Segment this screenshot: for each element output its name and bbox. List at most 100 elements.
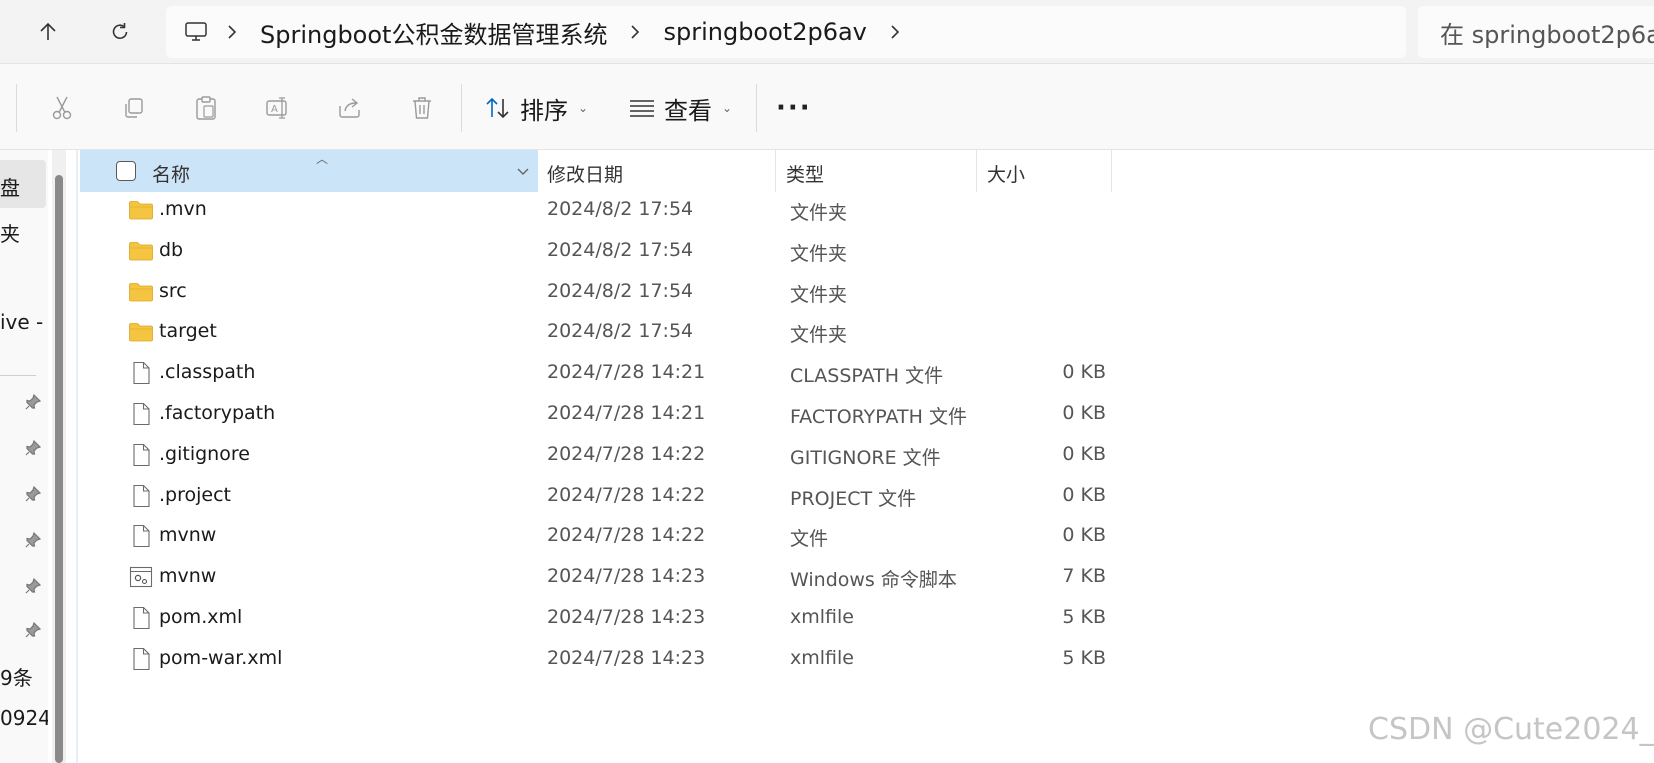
file-name: .classpath	[159, 361, 256, 384]
divider	[756, 84, 757, 132]
chevron-right-icon[interactable]	[615, 16, 655, 48]
address-bar-row: Springboot公积金数据管理系统 springboot2p6av 在 sp…	[0, 0, 1654, 64]
view-label: 查看	[664, 96, 712, 125]
select-all-checkbox[interactable]	[116, 161, 136, 181]
column-header-row: 名称 ︿ 修改日期 类型 大小	[80, 150, 1120, 192]
nav-item-label[interactable]: 0924	[0, 706, 48, 730]
computer-icon[interactable]	[180, 16, 212, 48]
file-modified: 2024/7/28 14:22	[547, 524, 706, 547]
column-header-type-label: 类型	[786, 164, 825, 186]
pin-icon[interactable]	[24, 621, 42, 639]
search-input[interactable]: 在 springboot2p6av	[1418, 6, 1654, 58]
nav-divider	[0, 375, 36, 376]
column-header-type[interactable]: 类型	[776, 150, 977, 192]
file-row[interactable]: src 2024/8/2 17:54 文件夹	[80, 271, 1120, 314]
refresh-button[interactable]	[100, 12, 140, 52]
delete-icon[interactable]	[404, 90, 440, 126]
pin-icon[interactable]	[24, 577, 42, 595]
file-row[interactable]: .mvn 2024/8/2 17:54 文件夹	[80, 189, 1120, 232]
file-name: mvnw	[159, 565, 217, 588]
file-row[interactable]: .factorypath 2024/7/28 14:21 FACTORYPATH 文…	[80, 393, 1120, 436]
folder-icon	[128, 198, 154, 222]
file-type: GITIGNORE 文件	[790, 446, 941, 469]
file-type: PROJECT 文件	[790, 487, 917, 510]
up-button[interactable]	[28, 12, 68, 52]
file-icon	[128, 647, 154, 671]
more-icon: ···	[776, 93, 812, 123]
file-row[interactable]: .classpath 2024/7/28 14:21 CLASSPATH 文件 0 K…	[80, 352, 1120, 395]
chevron-right-icon[interactable]	[212, 16, 252, 48]
file-modified: 2024/7/28 14:22	[547, 483, 706, 506]
arrow-up-icon	[40, 22, 56, 40]
file-row[interactable]: mvnw 2024/7/28 14:23 Windows 命令脚本 7 KB	[80, 556, 1120, 599]
file-type: 文件夹	[790, 242, 848, 265]
file-type: 文件	[790, 528, 829, 551]
share-icon[interactable]	[332, 90, 368, 126]
watermark: CSDN @Cute2024_	[1368, 712, 1654, 747]
cut-icon[interactable]	[44, 90, 80, 126]
more-button[interactable]: ···	[776, 86, 812, 130]
file-modified: 2024/8/2 17:54	[547, 238, 694, 261]
pin-icon[interactable]	[24, 531, 42, 549]
file-size: 5 KB	[1062, 646, 1106, 669]
chevron-right-icon[interactable]	[875, 16, 915, 48]
nav-item-label[interactable]: ive - I	[0, 310, 48, 334]
copy-icon[interactable]	[116, 90, 152, 126]
address-breadcrumb[interactable]: Springboot公积金数据管理系统 springboot2p6av	[166, 6, 1406, 58]
pin-icon[interactable]	[24, 439, 42, 457]
nav-item-label[interactable]: 盘	[0, 172, 20, 201]
file-row[interactable]: mvnw 2024/7/28 14:22 文件 0 KB	[80, 515, 1120, 558]
column-header-name[interactable]: 名称 ︿	[80, 150, 538, 192]
file-icon	[128, 484, 154, 508]
file-size: 0 KB	[1062, 524, 1106, 547]
pane-divider[interactable]	[76, 150, 78, 763]
file-size: 7 KB	[1062, 565, 1106, 588]
column-filter-dropdown[interactable]	[508, 162, 538, 182]
pin-icon[interactable]	[24, 393, 42, 411]
column-header-size-label: 大小	[987, 164, 1026, 186]
file-modified: 2024/8/2 17:54	[547, 279, 694, 302]
file-icon	[128, 606, 154, 630]
view-button[interactable]: 查看 ⌄	[628, 86, 732, 130]
file-modified: 2024/7/28 14:22	[547, 442, 706, 465]
sort-label: 排序	[520, 96, 568, 125]
file-size: 5 KB	[1062, 606, 1106, 628]
file-icon	[128, 361, 154, 385]
file-name: .factorypath	[159, 402, 276, 424]
nav-item-label[interactable]: 夹	[0, 218, 20, 247]
file-type: Windows 命令脚本	[790, 569, 957, 592]
rename-icon[interactable]: A	[260, 90, 296, 126]
pin-icon[interactable]	[24, 485, 42, 503]
file-row[interactable]: target 2024/8/2 17:54 文件夹	[80, 311, 1120, 354]
file-row[interactable]: pom-war.xml 2024/7/28 14:23 xmlfile 5 KB	[80, 638, 1120, 681]
nav-item-label[interactable]: 9条	[0, 662, 33, 691]
file-row[interactable]: .gitignore 2024/7/28 14:22 GITIGNORE 文件 0 K…	[80, 434, 1120, 477]
file-size: 0 KB	[1062, 402, 1106, 424]
sort-button[interactable]: 排序 ⌄	[484, 86, 588, 130]
refresh-icon	[112, 23, 128, 40]
file-row[interactable]: db 2024/8/2 17:54 文件夹	[80, 230, 1120, 273]
file-row[interactable]: pom.xml 2024/7/28 14:23 xmlfile 5 KB	[80, 597, 1120, 640]
breadcrumb-item[interactable]: springboot2p6av	[655, 18, 874, 46]
file-name: mvnw	[159, 524, 217, 547]
file-type: FACTORYPATH 文件	[790, 406, 967, 428]
file-type: CLASSPATH 文件	[790, 365, 944, 388]
file-modified: 2024/7/28 14:23	[547, 606, 706, 628]
file-modified: 2024/7/28 14:21	[547, 361, 706, 384]
file-name: pom-war.xml	[159, 646, 283, 669]
paste-icon[interactable]	[188, 90, 224, 126]
file-size: 0 KB	[1062, 442, 1106, 465]
file-icon	[128, 443, 154, 467]
column-header-size[interactable]: 大小	[977, 150, 1112, 192]
breadcrumb-item[interactable]: Springboot公积金数据管理系统	[252, 15, 615, 50]
file-name: .project	[159, 483, 231, 506]
command-bar: A 排序 ⌄ 查看 ⌄ ···	[0, 64, 1654, 150]
file-row[interactable]: .project 2024/7/28 14:22 PROJECT 文件 0 KB	[80, 475, 1120, 518]
file-modified: 2024/7/28 14:23	[547, 646, 706, 669]
column-header-modified[interactable]: 修改日期	[538, 150, 776, 192]
sort-ascending-icon: ︿	[316, 152, 329, 166]
nav-scrollbar-thumb[interactable]	[55, 175, 63, 763]
script-file-icon	[128, 565, 154, 589]
chevron-down-icon: ⌄	[722, 101, 733, 115]
file-modified: 2024/8/2 17:54	[547, 198, 694, 220]
